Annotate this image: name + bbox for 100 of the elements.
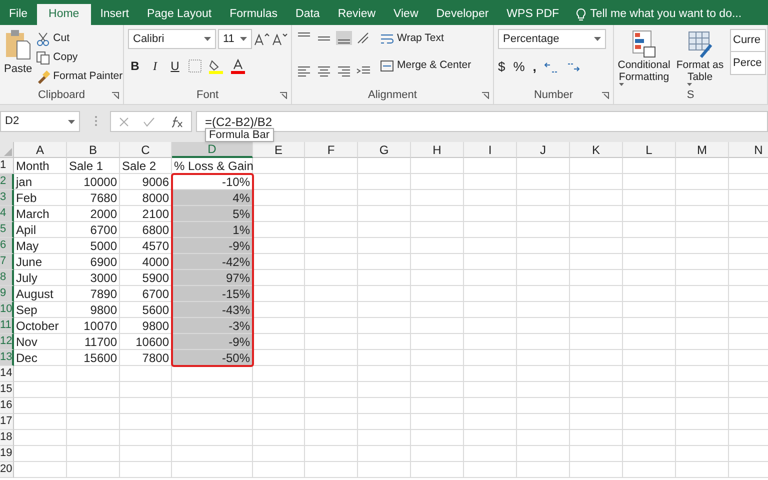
italic-button[interactable]: I [148,57,162,75]
ribbon-tab[interactable]: Review [328,4,385,25]
row-header[interactable]: 2 [0,174,14,190]
underline-button[interactable]: U [168,57,182,75]
drag-handle-icon[interactable] [94,115,98,127]
column-header[interactable]: H [411,142,464,158]
align-bottom-icon[interactable] [336,31,352,45]
row-header[interactable]: 14 [0,366,14,382]
row-header[interactable]: 12 [0,334,14,350]
column-header[interactable]: G [358,142,411,158]
row-header[interactable]: 4 [0,206,14,222]
align-right-icon[interactable] [336,64,352,78]
align-center-icon[interactable] [316,64,332,78]
caret-icon[interactable] [68,120,75,124]
increase-decimal-icon[interactable] [544,60,558,74]
row-header[interactable]: 18 [0,430,14,446]
ribbon-button[interactable]: Copy [36,48,123,67]
row-header[interactable]: 19 [0,446,14,462]
row-header[interactable]: 8 [0,270,14,286]
table-cell: 7890 [67,286,120,302]
font-color-icon[interactable] [230,58,246,74]
column-header[interactable]: B [67,142,120,158]
ribbon-tab[interactable]: WPS PDF [498,4,568,25]
number-format-dropdown[interactable]: Percentage [498,29,606,49]
font-size-dropdown[interactable]: 11 [218,29,252,49]
table-cell: Month [14,158,67,174]
bold-button[interactable]: B [128,57,142,75]
row-header[interactable]: 5 [0,222,14,238]
conditional-formatting-icon[interactable] [631,29,657,59]
percent-button[interactable]: % [513,57,525,76]
dialog-launcher-icon[interactable] [482,92,489,99]
ribbon-tab[interactable]: Formulas [220,4,287,25]
column-header[interactable]: D [172,142,253,158]
cell-style[interactable]: Perce [731,52,765,74]
column-header[interactable]: E [253,142,305,158]
column-header[interactable]: A [14,142,67,158]
row-header[interactable]: 15 [0,382,14,398]
table-paintbrush-icon[interactable] [687,29,713,59]
comma-button[interactable]: , [532,57,536,76]
column-header[interactable]: J [517,142,570,158]
dialog-launcher-icon[interactable] [280,92,287,99]
column-header[interactable]: I [464,142,517,158]
ribbon-button[interactable]: Conditional Formatting [618,29,670,87]
caret-icon[interactable] [594,37,601,41]
borders-icon[interactable] [188,59,202,73]
merge-center-icon[interactable] [380,58,394,72]
row-header[interactable]: 17 [0,414,14,430]
scissors-icon[interactable] [36,32,50,46]
ribbon-tab[interactable]: View [384,4,428,25]
paste-button[interactable]: Paste [4,29,32,87]
column-header[interactable]: K [570,142,623,158]
align-left-icon[interactable] [296,64,312,78]
font-name-dropdown[interactable]: Calibri [128,29,216,49]
row-header[interactable]: 11 [0,318,14,334]
ribbon-button[interactable]: Cut [36,29,123,48]
column-header[interactable]: F [305,142,358,158]
caret-icon[interactable] [204,37,211,41]
column-header[interactable]: N [729,142,768,158]
ribbon-button[interactable]: Format Painter [36,67,123,86]
ribbon-tab[interactable]: Home [36,4,92,25]
paintbrush-icon[interactable] [36,70,50,84]
dialog-launcher-icon[interactable] [602,92,609,99]
function-icon[interactable] [169,116,183,128]
name-box[interactable]: D2 [0,111,80,132]
row-header[interactable]: 20 [0,462,14,478]
lightbulb-icon[interactable] [576,8,586,22]
row-header[interactable]: 6 [0,238,14,254]
column-header[interactable]: M [676,142,729,158]
increase-font-size-icon[interactable] [254,32,270,46]
tell-me-search[interactable]: Tell me what you want to do... [590,6,742,24]
column-header[interactable]: L [623,142,676,158]
currency-button[interactable]: $ [498,57,506,76]
row-header[interactable]: 7 [0,254,14,270]
table-cell: March [14,206,67,222]
ribbon-button[interactable]: Merge & Center [380,56,472,75]
fill-color-icon[interactable] [208,58,224,74]
caret-icon[interactable] [618,83,624,86]
ribbon-tab[interactable]: File [0,4,37,25]
row-header[interactable]: 16 [0,398,14,414]
column-header[interactable]: C [120,142,172,158]
ribbon-tab[interactable]: Insert [91,4,138,25]
ribbon-tab[interactable]: Developer [427,4,498,25]
clipboard-icon[interactable] [5,29,32,61]
caret-icon[interactable] [687,83,692,86]
cell-style[interactable]: Curre [731,30,765,52]
ribbon-tab[interactable]: Page Layout [138,4,221,25]
caret-icon[interactable] [240,37,247,41]
row-header[interactable]: 9 [0,286,14,302]
row-header[interactable]: 13 [0,350,14,366]
row-header[interactable]: 10 [0,302,14,318]
ribbon-tab[interactable]: Data [286,4,329,25]
ribbon-button[interactable]: Wrap Text [380,29,472,48]
ribbon-button[interactable]: Format as Table [674,29,726,87]
wrap-text-icon[interactable] [380,32,394,46]
row-header[interactable]: 1 [0,158,14,174]
row-header[interactable]: 3 [0,190,14,206]
dialog-launcher-icon[interactable] [112,92,119,99]
checkmark-icon[interactable] [143,116,155,126]
copy-icon[interactable] [36,50,50,64]
decrease-font-size-icon[interactable] [272,32,288,46]
